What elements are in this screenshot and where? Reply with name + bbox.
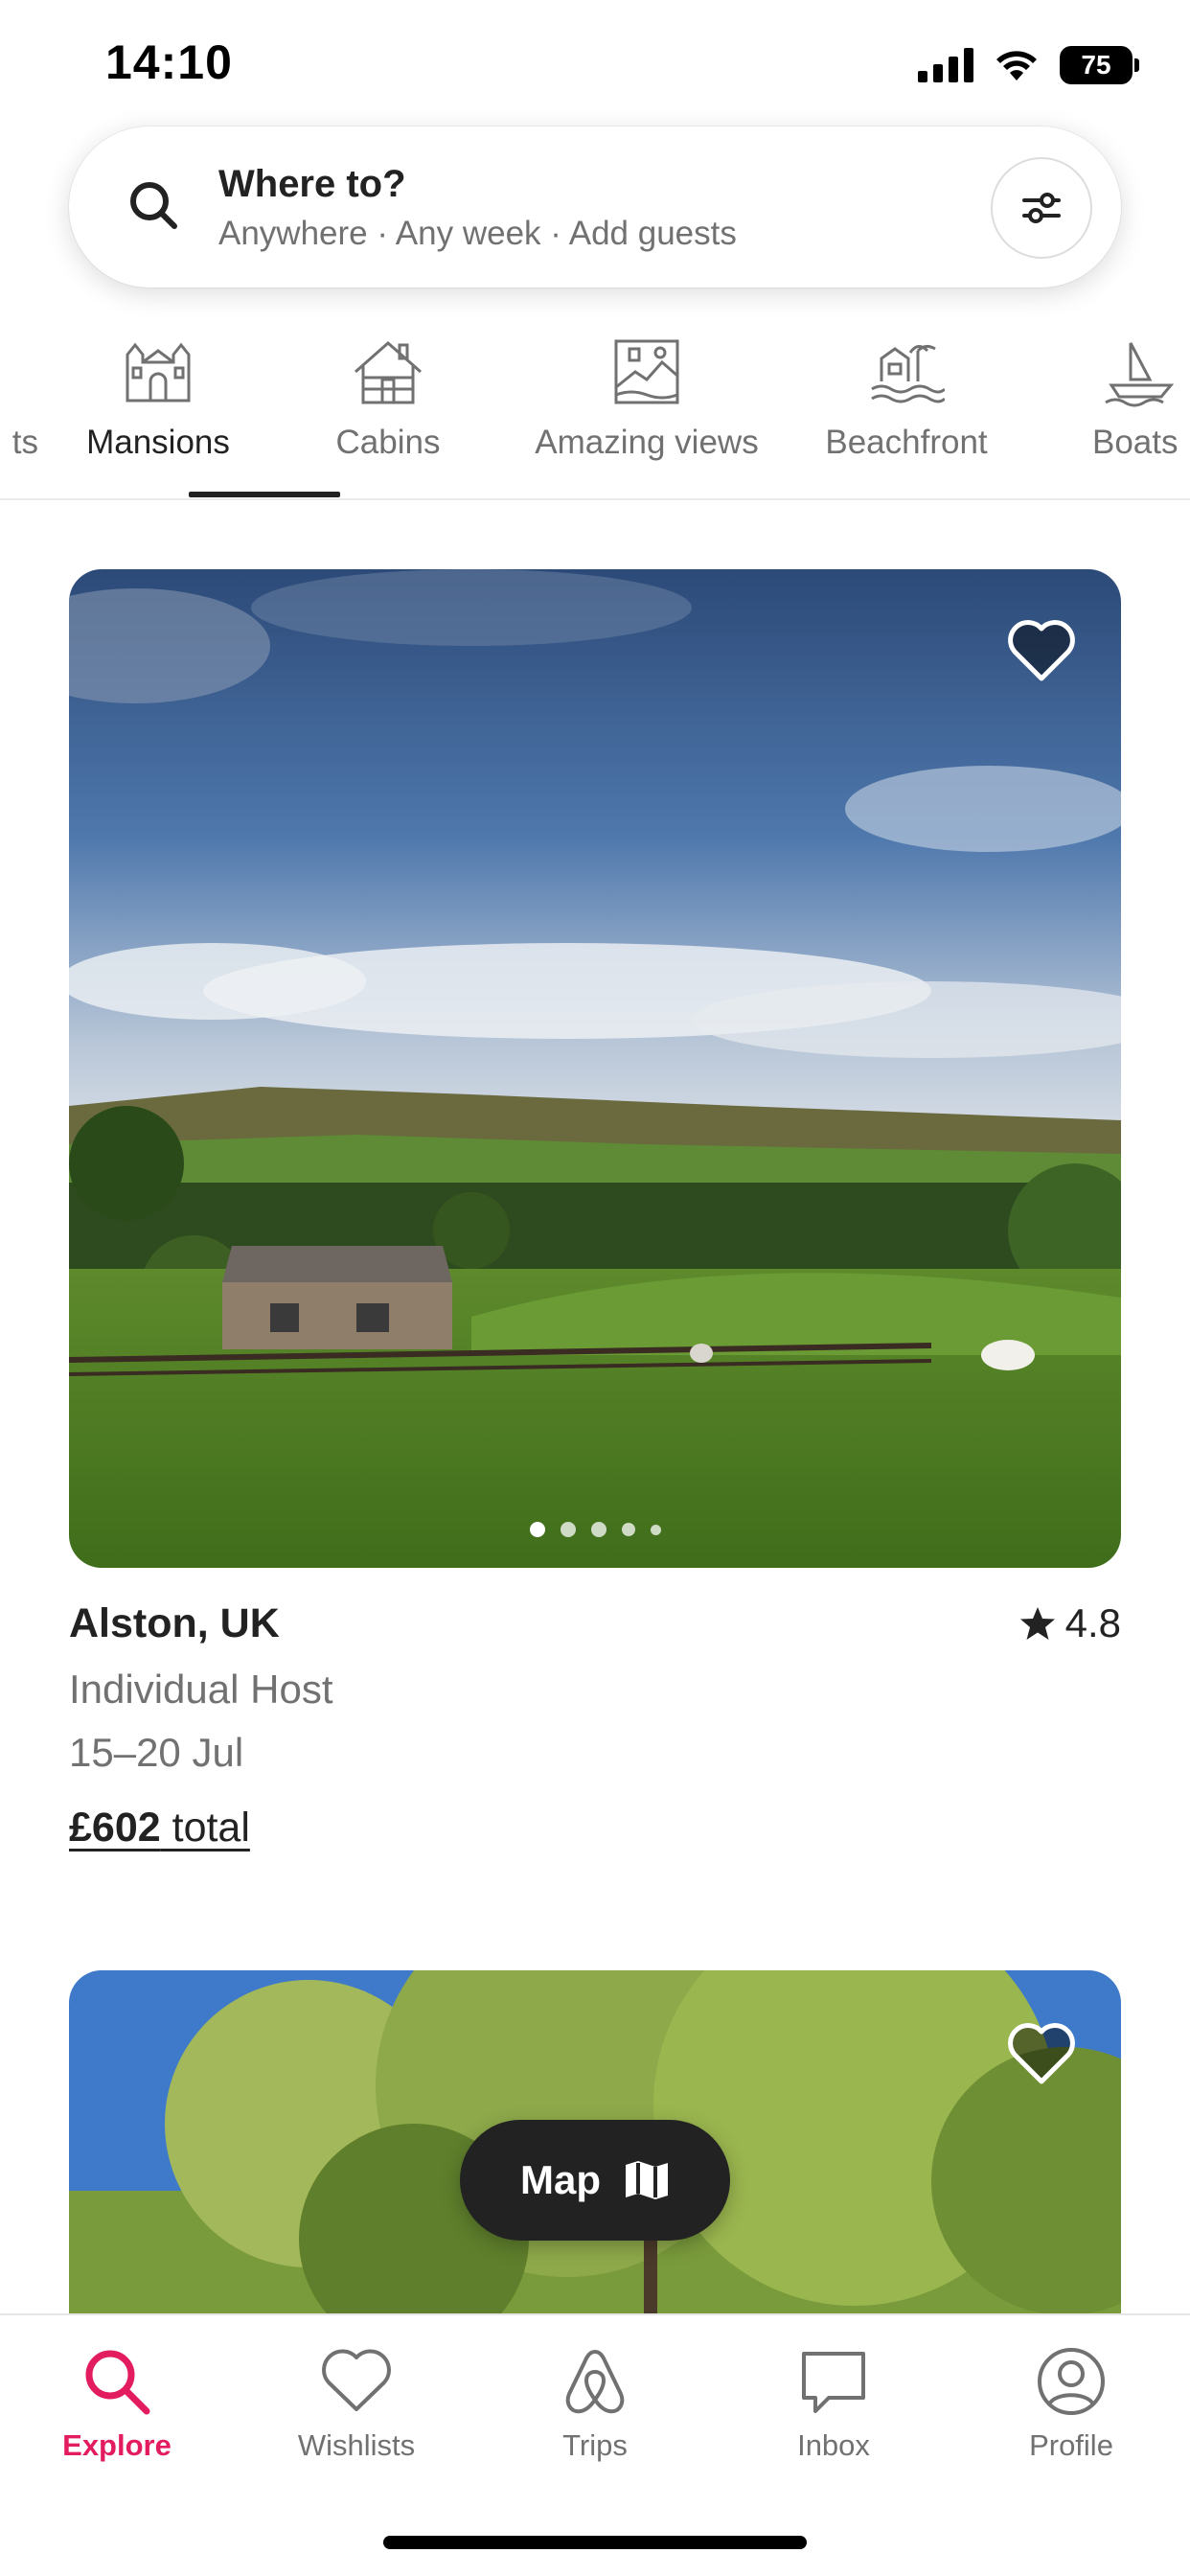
message-icon <box>802 2352 865 2413</box>
search-bar[interactable]: Where to? Anywhere · Any week · Add gues… <box>69 126 1121 288</box>
filter-icon <box>1022 193 1061 223</box>
tab-label: Trips <box>562 2428 628 2462</box>
airbnb-logo-icon <box>565 2350 625 2414</box>
home-indicator[interactable] <box>383 2536 807 2549</box>
category-item-partial[interactable]: ts <box>0 322 38 500</box>
pagination-dot-active <box>529 1522 545 1537</box>
category-bar: ts Mansions Cabins Amazing views Beachfr… <box>0 322 1190 500</box>
listing-rating: 4.8 <box>1019 1600 1121 1646</box>
cabin-icon <box>355 340 422 404</box>
status-icons: 75 <box>918 44 1139 86</box>
listing-details[interactable]: Alston, UK 4.8 Individual Host 15–20 Jul… <box>69 1600 1121 1852</box>
price-suffix: total <box>160 1805 250 1851</box>
wifi-icon <box>996 51 1037 80</box>
status-bar: 14:10 75 <box>0 0 1190 126</box>
tab-wishlists[interactable]: Wishlists <box>261 2344 452 2463</box>
battery-icon: 75 <box>1060 46 1139 84</box>
tab-label: Explore <box>62 2428 172 2462</box>
search-subtitle: Anywhere · Any week · Add guests <box>218 215 737 252</box>
view-icon <box>614 339 679 404</box>
heart-icon <box>322 2349 391 2411</box>
filters-button[interactable] <box>991 157 1092 259</box>
listing-host: Individual Host <box>69 1667 333 1712</box>
tab-explore[interactable]: Explore <box>21 2344 213 2463</box>
tab-inbox[interactable]: Inbox <box>738 2344 929 2463</box>
save-to-wishlist-heart-icon[interactable] <box>1006 2020 1077 2087</box>
tab-profile[interactable]: Profile <box>975 2344 1167 2463</box>
category-item-beachfront[interactable]: Beachfront <box>812 322 1000 500</box>
pagination-dot <box>560 1522 576 1537</box>
category-item-boats[interactable]: Boats <box>1064 322 1190 500</box>
listing-dates: 15–20 Jul <box>69 1730 244 1775</box>
tab-label: Inbox <box>797 2428 870 2462</box>
pagination-dot <box>650 1524 661 1535</box>
listing-image <box>69 569 1121 1568</box>
status-time: 14:10 <box>105 35 233 89</box>
listing-photo[interactable] <box>69 569 1121 1568</box>
category-label: Beachfront <box>825 424 988 461</box>
cellular-signal-icon <box>918 48 973 82</box>
map-icon <box>626 2161 668 2199</box>
tab-label: Wishlists <box>297 2428 416 2462</box>
save-to-wishlist-heart-icon[interactable] <box>1006 617 1077 684</box>
category-item-amazing-views[interactable]: Amazing views <box>517 322 776 500</box>
category-item-mansions[interactable]: Mansions <box>69 322 247 500</box>
boat-icon <box>1105 342 1175 407</box>
listing-location: Alston, UK <box>69 1600 280 1646</box>
beachfront-icon <box>871 344 945 403</box>
category-label: Mansions <box>86 424 230 461</box>
explore-screen: 14:10 75 Where to? Anywhere · Any week ·… <box>0 0 1190 2576</box>
category-icon <box>0 334 1 410</box>
category-label: ts <box>11 424 38 461</box>
pagination-dot <box>590 1522 606 1537</box>
category-selected-indicator <box>189 492 340 497</box>
star-icon <box>1019 1607 1055 1640</box>
price-amount: £602 <box>69 1805 161 1851</box>
category-item-cabins[interactable]: Cabins <box>297 322 479 500</box>
tab-trips[interactable]: Trips <box>499 2344 691 2463</box>
category-label: Boats <box>1092 424 1179 461</box>
pagination-dot <box>621 1523 635 1536</box>
search-icon <box>130 182 177 229</box>
tab-label: Profile <box>1029 2428 1113 2462</box>
map-button[interactable]: Map <box>460 2120 730 2241</box>
search-icon <box>85 2350 150 2415</box>
profile-icon <box>1038 2348 1105 2415</box>
photo-pagination-dots <box>69 1522 1121 1537</box>
search-title: Where to? <box>218 163 406 205</box>
category-label: Cabins <box>335 424 441 461</box>
rating-value: 4.8 <box>1064 1600 1121 1645</box>
map-button-label: Map <box>520 2157 601 2202</box>
mansion-icon <box>126 342 191 402</box>
listing-price[interactable]: £602 total <box>69 1805 1121 1852</box>
category-label: Amazing views <box>535 424 759 461</box>
